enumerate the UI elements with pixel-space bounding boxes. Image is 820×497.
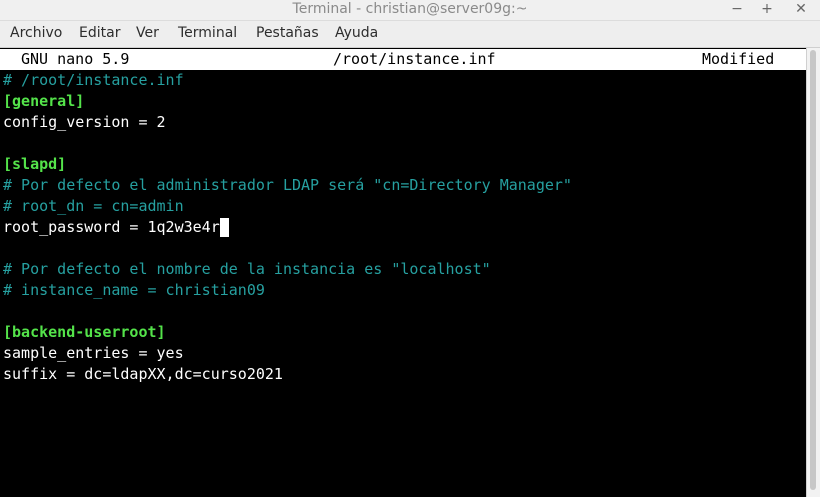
maximize-icon[interactable]: +	[757, 0, 777, 20]
file-line-comment: # /root/instance.inf	[3, 71, 184, 89]
file-line-section: [slapd]	[3, 155, 67, 173]
nano-filename: /root/instance.inf	[333, 50, 496, 68]
vertical-scrollbar[interactable]	[806, 48, 820, 497]
file-line-comment: # Por defecto el administrador LDAP será…	[3, 176, 572, 194]
menu-bar: Archivo Editar Ver Terminal Pestañas Ayu…	[0, 21, 820, 48]
file-line-comment: # instance_name = christian09	[3, 281, 265, 299]
nano-header: GNU nano 5.9 /root/instance.inf Modified	[0, 49, 806, 70]
menu-ayuda[interactable]: Ayuda	[335, 25, 378, 41]
menu-archivo[interactable]: Archivo	[10, 25, 62, 41]
file-line-section: [backend-userroot]	[3, 323, 166, 341]
menu-editar[interactable]: Editar	[79, 25, 120, 41]
menu-ver[interactable]: Ver	[136, 25, 159, 41]
terminal-window: Terminal - christian@server09g:~ − + ✕ A…	[0, 0, 820, 497]
scrollbar-thumb[interactable]	[810, 50, 816, 490]
file-line-text: root_password = 1q2w3e4r	[3, 218, 220, 236]
close-icon[interactable]: ✕	[791, 0, 811, 20]
file-line-comment: # Por defecto el nombre de la instancia …	[3, 260, 491, 278]
window-title: Terminal - christian@server09g:~	[292, 1, 528, 17]
file-line-comment: # root_dn = cn=admin	[3, 197, 184, 215]
nano-version: GNU nano 5.9	[21, 50, 130, 68]
file-line-setting: config_version = 2	[3, 113, 166, 131]
menu-pestanas[interactable]: Pestañas	[256, 25, 319, 41]
file-line-setting-cursor: root_password = 1q2w3e4r	[3, 217, 229, 238]
file-line-setting: suffix = dc=ldapXX,dc=curso2021	[3, 365, 283, 383]
text-cursor	[219, 218, 229, 237]
file-line-section: [general]	[3, 92, 85, 110]
title-bar[interactable]: Terminal - christian@server09g:~ − + ✕	[0, 0, 820, 21]
minimize-icon[interactable]: −	[727, 0, 747, 20]
menu-terminal[interactable]: Terminal	[178, 25, 237, 41]
terminal-area[interactable]: GNU nano 5.9 /root/instance.inf Modified…	[0, 48, 806, 497]
nano-status: Modified	[702, 50, 775, 68]
file-line-setting: sample_entries = yes	[3, 344, 184, 362]
